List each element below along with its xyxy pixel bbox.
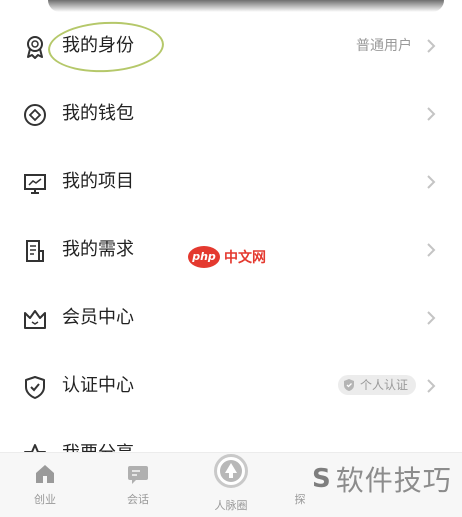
chevron-right-icon bbox=[424, 376, 438, 396]
demand-document-icon bbox=[22, 238, 48, 264]
circle-logo-icon[interactable] bbox=[214, 454, 248, 488]
chevron-right-icon bbox=[424, 172, 438, 192]
menu-item-wallet[interactable]: 我的钱包 bbox=[0, 80, 462, 148]
watermark-text: 软件技巧 bbox=[335, 464, 452, 497]
chat-icon bbox=[126, 462, 150, 486]
top-shadow bbox=[48, 0, 444, 12]
identity-value: 普通用户 bbox=[356, 38, 412, 54]
php-watermark: php 中文网 bbox=[188, 245, 266, 269]
menu-item-projects[interactable]: 我的项目 bbox=[0, 148, 462, 216]
verification-status-badge: 个人认证 bbox=[337, 375, 416, 395]
menu-item-label: 会员中心 bbox=[62, 307, 134, 328]
chevron-right-icon bbox=[424, 240, 438, 260]
tab-label: 会话 bbox=[127, 493, 149, 506]
tab-label: 探 bbox=[294, 493, 306, 506]
crown-icon bbox=[22, 306, 48, 332]
badge-text: 个人认证 bbox=[359, 378, 408, 392]
wallet-icon bbox=[22, 102, 48, 128]
tab-startup[interactable]: 创业 bbox=[10, 453, 80, 517]
project-monitor-icon bbox=[22, 170, 48, 196]
php-watermark-text: 中文网 bbox=[224, 250, 266, 266]
shield-icon bbox=[22, 374, 48, 400]
identity-medal-icon bbox=[22, 34, 48, 60]
software-tips-watermark: S 软件技巧 bbox=[312, 462, 452, 497]
chevron-right-icon bbox=[424, 308, 438, 328]
tab-chat[interactable]: 会话 bbox=[103, 453, 173, 517]
tab-label: 人脉圈 bbox=[214, 499, 248, 512]
watermark-logo: S bbox=[312, 464, 332, 494]
home-icon bbox=[33, 462, 57, 486]
menu-item-label: 我的需求 bbox=[62, 239, 134, 260]
tab-label: 创业 bbox=[34, 493, 56, 506]
chevron-right-icon bbox=[424, 104, 438, 124]
menu-item-label: 我的钱包 bbox=[62, 103, 134, 124]
menu-item-label: 认证中心 bbox=[62, 375, 134, 396]
menu-item-label: 我的项目 bbox=[62, 171, 134, 192]
menu-item-membership[interactable]: 会员中心 bbox=[0, 284, 462, 352]
php-logo: php bbox=[188, 246, 220, 268]
menu-item-verification[interactable]: 认证中心 个人认证 bbox=[0, 352, 462, 420]
tab-explore[interactable]: 探 bbox=[285, 453, 315, 517]
chevron-right-icon bbox=[424, 36, 438, 56]
badge-shield-icon bbox=[343, 379, 354, 391]
